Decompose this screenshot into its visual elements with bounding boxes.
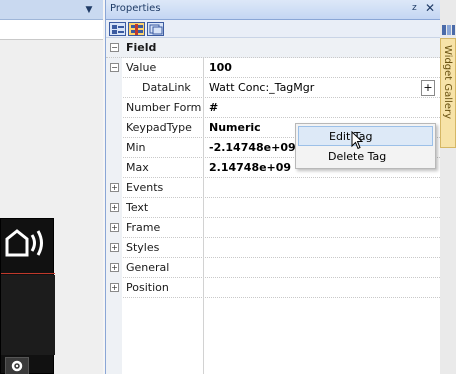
- property-grid: − Field − Value 100 DataLink Watt Conc:_…: [106, 38, 440, 374]
- property-label: Value: [126, 61, 157, 74]
- properties-toolbar: [106, 20, 440, 38]
- row-gutter: [106, 78, 122, 98]
- menu-item-delete-tag[interactable]: Delete Tag: [298, 147, 433, 167]
- section-label: Field: [126, 41, 157, 54]
- column-divider: [203, 138, 204, 158]
- property-value[interactable]: #: [209, 101, 218, 114]
- alphabetical-view-icon[interactable]: [128, 22, 145, 36]
- property-label: Min: [126, 141, 146, 154]
- column-divider: [203, 98, 204, 118]
- group-label: Events: [126, 181, 164, 194]
- context-menu: Edit Tag Delete Tag: [295, 123, 436, 169]
- dropdown-arrow-icon[interactable]: ▼: [83, 4, 95, 16]
- divider-line: [1, 273, 55, 274]
- row-gutter: [106, 98, 122, 118]
- group-label: General: [126, 261, 170, 274]
- expand-icon[interactable]: +: [110, 243, 119, 252]
- panel-title: Properties: [110, 3, 161, 14]
- property-group-general[interactable]: + General: [106, 258, 440, 278]
- property-group-styles[interactable]: + Styles: [106, 238, 440, 258]
- widget-gallery-tab[interactable]: Widget Gallery: [440, 38, 456, 148]
- column-divider: [203, 218, 204, 238]
- property-group-events[interactable]: + Events: [106, 178, 440, 198]
- gear-icon[interactable]: [5, 357, 29, 374]
- row-gutter: [106, 138, 122, 158]
- property-label: DataLink: [142, 81, 191, 94]
- property-row-value[interactable]: − Value 100: [106, 58, 440, 78]
- widget-gallery-label: Widget Gallery: [442, 45, 453, 120]
- column-divider: [203, 198, 204, 218]
- property-label: Number Forma: [126, 101, 202, 114]
- section-field[interactable]: − Field: [106, 38, 440, 58]
- property-value[interactable]: 2.14748e+09: [209, 161, 291, 174]
- device-widget[interactable]: [0, 218, 55, 374]
- properties-panel: Properties ᴢ ✕ − Field − Value 100 DataL…: [105, 0, 440, 374]
- property-row-datalink[interactable]: DataLink Watt Conc:_TagMgr +: [106, 78, 440, 98]
- design-canvas[interactable]: [0, 40, 103, 374]
- column-divider: [203, 58, 204, 78]
- column-divider: [203, 78, 204, 98]
- mouse-cursor-icon: [351, 131, 364, 150]
- row-gutter: [106, 158, 122, 178]
- property-group-position[interactable]: + Position: [106, 278, 440, 298]
- column-divider: [203, 298, 204, 374]
- property-label: Max: [126, 161, 149, 174]
- column-divider: [203, 258, 204, 278]
- collapse-icon[interactable]: −: [110, 63, 119, 72]
- property-value[interactable]: -2.14748e+09: [209, 141, 296, 154]
- datalink-value[interactable]: Watt Conc:_TagMgr: [209, 81, 417, 94]
- categorized-view-icon[interactable]: [109, 22, 126, 36]
- properties-title-bar: Properties ᴢ ✕: [106, 0, 440, 20]
- document-tab-bar[interactable]: [0, 20, 103, 40]
- expand-icon[interactable]: +: [110, 183, 119, 192]
- menu-item-edit-tag[interactable]: Edit Tag: [298, 126, 433, 146]
- expand-icon[interactable]: +: [110, 263, 119, 272]
- row-gutter: [106, 118, 122, 138]
- home-broadcast-icon: [5, 229, 43, 257]
- column-divider: [203, 238, 204, 258]
- column-divider: [203, 158, 204, 178]
- close-icon[interactable]: ✕: [425, 1, 435, 15]
- property-group-text[interactable]: + Text: [106, 198, 440, 218]
- property-value[interactable]: 100: [209, 61, 232, 74]
- pin-icon[interactable]: ᴢ: [412, 3, 417, 13]
- column-divider: [203, 118, 204, 138]
- expand-icon[interactable]: +: [110, 283, 119, 292]
- row-gutter: [106, 298, 122, 374]
- property-value[interactable]: Numeric: [209, 121, 261, 134]
- column-divider: [203, 278, 204, 298]
- datalink-plus-button[interactable]: +: [421, 80, 435, 96]
- document-pane: ▼: [0, 0, 103, 374]
- group-label: Text: [126, 201, 149, 214]
- expand-icon[interactable]: +: [110, 223, 119, 232]
- group-label: Position: [126, 281, 169, 294]
- column-divider: [203, 178, 204, 198]
- document-header: ▼: [0, 0, 103, 20]
- group-label: Styles: [126, 241, 160, 254]
- property-row-number-format[interactable]: Number Forma #: [106, 98, 440, 118]
- group-label: Frame: [126, 221, 161, 234]
- device-screen: [1, 275, 55, 355]
- expand-icon[interactable]: +: [110, 203, 119, 212]
- property-group-frame[interactable]: + Frame: [106, 218, 440, 238]
- property-pages-icon[interactable]: [147, 22, 164, 36]
- collapse-icon[interactable]: −: [110, 43, 119, 52]
- widget-gallery-icon[interactable]: [440, 22, 456, 38]
- property-label: KeypadType: [126, 121, 192, 134]
